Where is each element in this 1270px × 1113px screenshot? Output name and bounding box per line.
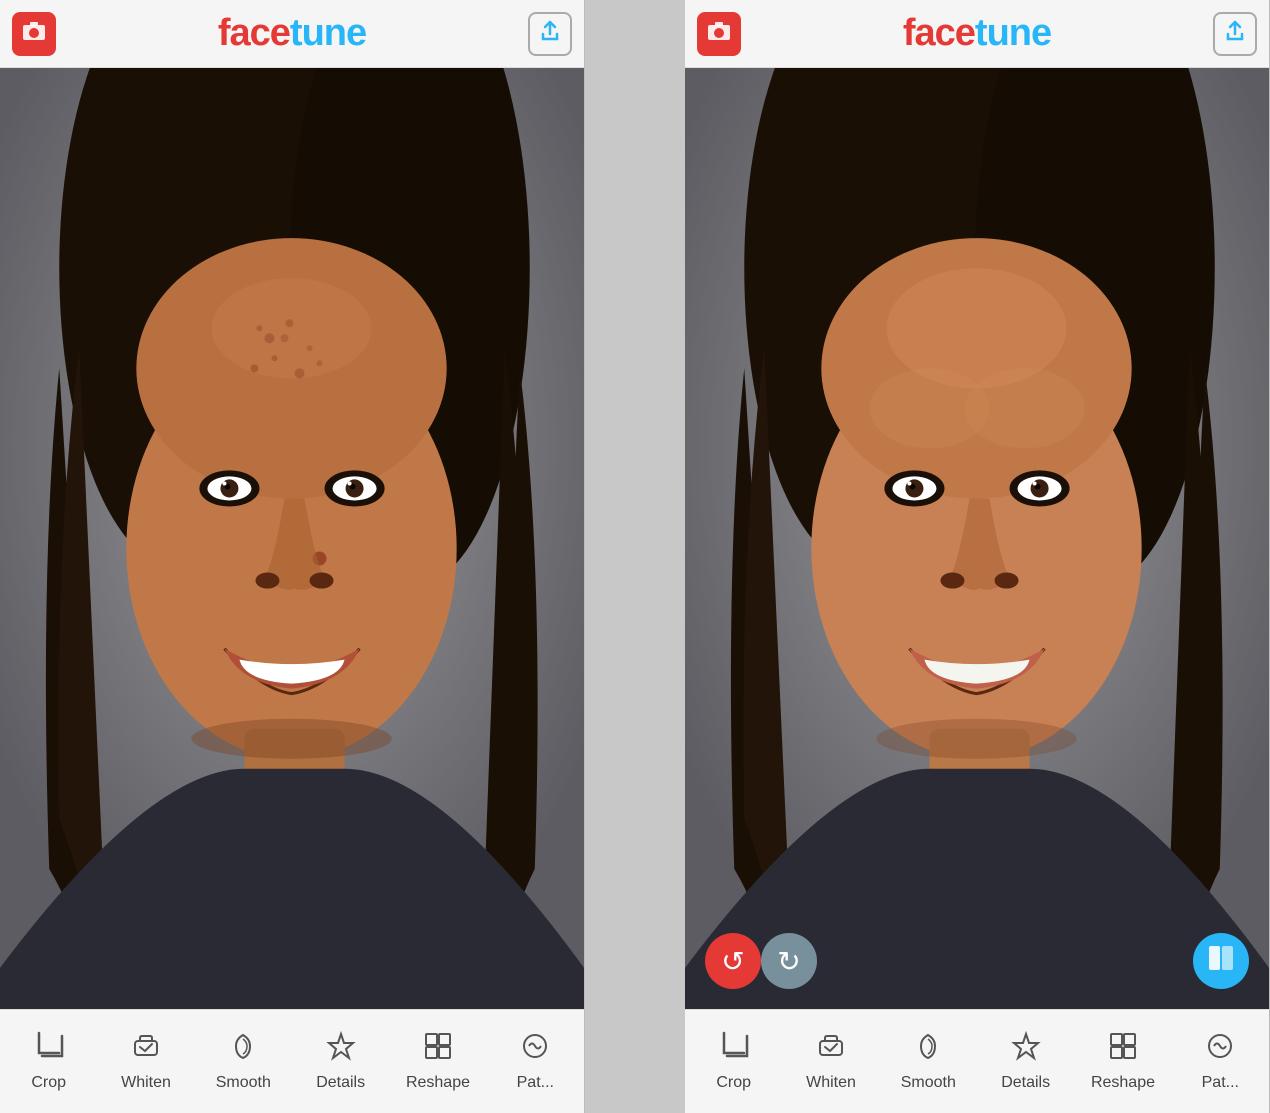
reshape-icon-after (1108, 1031, 1138, 1068)
title-tune-after: tune (975, 12, 1051, 54)
title-face-before: face (218, 12, 290, 54)
header-after: facetune (685, 0, 1269, 68)
redo-button[interactable]: ↻ (761, 933, 817, 989)
tool-details-label-before: Details (316, 1074, 365, 1092)
title-tune-before: tune (290, 12, 366, 54)
tool-reshape-before[interactable]: Reshape (389, 1010, 486, 1113)
compare-icon (1207, 944, 1235, 978)
tool-smooth-before[interactable]: Smooth (195, 1010, 292, 1113)
header-before: facetune (0, 0, 584, 68)
tool-crop-label-after: Crop (716, 1074, 751, 1092)
title-face-after: face (903, 12, 975, 54)
patch-icon-after (1205, 1031, 1235, 1068)
tool-patch-label-before: Pat... (517, 1074, 554, 1092)
share-button-after[interactable] (1213, 12, 1257, 56)
details-icon-before (326, 1031, 356, 1068)
tool-patch-before[interactable]: Pat... (487, 1010, 584, 1113)
share-icon-after (1224, 20, 1246, 48)
tool-details-after[interactable]: Details (977, 1010, 1074, 1113)
image-area-after: ↺ ↻ (685, 68, 1269, 1009)
camera-button-after[interactable] (697, 12, 741, 56)
tool-smooth-label-after: Smooth (901, 1074, 956, 1092)
tool-reshape-label-after: Reshape (1091, 1074, 1155, 1092)
action-buttons-after: ↺ ↻ (685, 933, 1269, 989)
compare-button[interactable] (1193, 933, 1249, 989)
undo-icon: ↺ (721, 945, 744, 978)
details-icon-after (1011, 1031, 1041, 1068)
tool-smooth-after[interactable]: Smooth (880, 1010, 977, 1113)
crop-icon-after (719, 1031, 749, 1068)
camera-icon-before (22, 21, 46, 47)
toolbar-before: Crop Whiten Smooth (0, 1009, 584, 1113)
share-button-before[interactable] (528, 12, 572, 56)
tool-details-label-after: Details (1001, 1074, 1050, 1092)
reshape-icon-before (423, 1031, 453, 1068)
tool-details-before[interactable]: Details (292, 1010, 389, 1113)
tool-patch-after[interactable]: Pat... (1172, 1010, 1269, 1113)
patch-icon-before (520, 1031, 550, 1068)
after-panel: facetune (685, 0, 1270, 1113)
tool-reshape-label-before: Reshape (406, 1074, 470, 1092)
before-panel: facetune (0, 0, 585, 1113)
app-title-after: facetune (903, 12, 1051, 55)
tool-crop-after[interactable]: Crop (685, 1010, 782, 1113)
panel-divider (585, 0, 685, 1113)
smooth-icon-before (228, 1031, 258, 1068)
app-title-before: facetune (218, 12, 366, 55)
tool-patch-label-after: Pat... (1202, 1074, 1239, 1092)
camera-icon-after (707, 21, 731, 47)
toolbar-after: Crop Whiten Smooth (685, 1009, 1269, 1113)
whiten-icon-before (131, 1031, 161, 1068)
whiten-icon-after (816, 1031, 846, 1068)
tool-crop-before[interactable]: Crop (0, 1010, 97, 1113)
image-area-before (0, 68, 584, 1009)
crop-icon-before (34, 1031, 64, 1068)
undo-button[interactable]: ↺ (705, 933, 761, 989)
share-icon-before (539, 20, 561, 48)
tool-whiten-before[interactable]: Whiten (97, 1010, 194, 1113)
camera-button-before[interactable] (12, 12, 56, 56)
tool-smooth-label-before: Smooth (216, 1074, 271, 1092)
tool-whiten-label-before: Whiten (121, 1074, 171, 1092)
tool-reshape-after[interactable]: Reshape (1074, 1010, 1171, 1113)
redo-icon: ↻ (777, 945, 800, 978)
tool-whiten-after[interactable]: Whiten (782, 1010, 879, 1113)
tool-whiten-label-after: Whiten (806, 1074, 856, 1092)
tool-crop-label-before: Crop (31, 1074, 66, 1092)
smooth-icon-after (913, 1031, 943, 1068)
